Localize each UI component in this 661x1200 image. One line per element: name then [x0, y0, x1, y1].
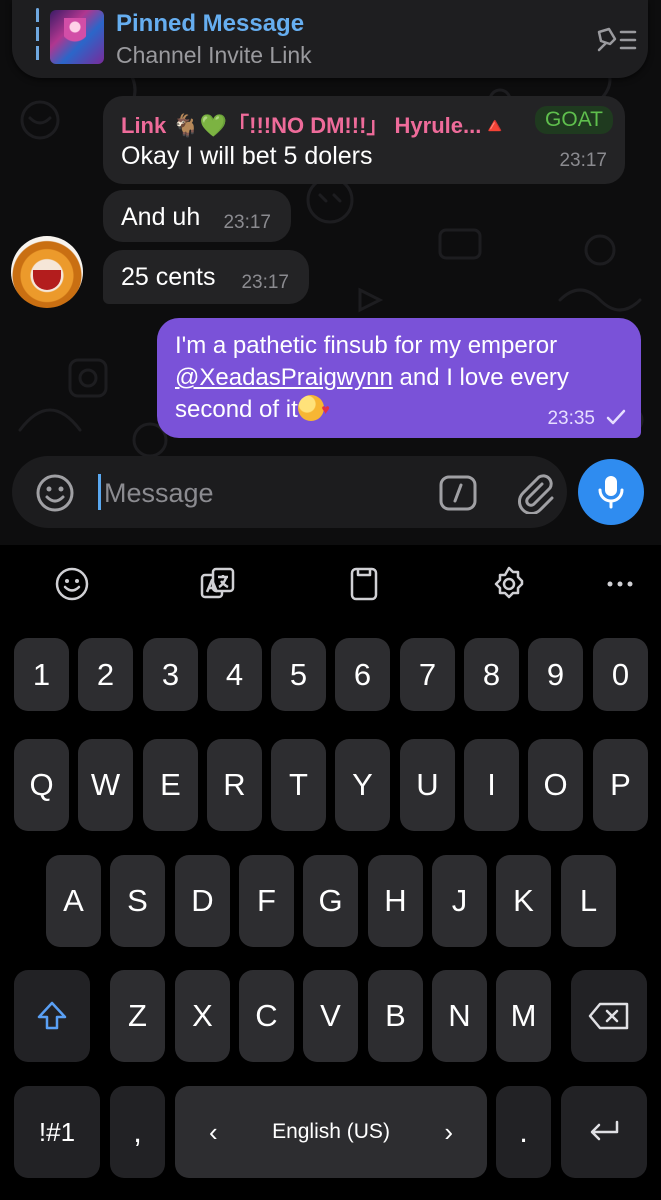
space-key[interactable]: ‹ English (US) ›	[175, 1086, 487, 1178]
space-language-label: English (US)	[272, 1120, 390, 1143]
symbols-key[interactable]: !#1	[14, 1086, 100, 1178]
key-r[interactable]: R	[207, 739, 262, 831]
message-bubble-incoming[interactable]: And uh 23:17	[103, 190, 291, 242]
key-n[interactable]: N	[432, 970, 487, 1062]
clipboard-icon[interactable]	[345, 565, 383, 603]
backspace-icon	[588, 1002, 629, 1030]
key-q[interactable]: Q	[14, 739, 69, 831]
pinned-message-bar[interactable]: Pinned Message Channel Invite Link	[12, 0, 648, 78]
microphone-icon	[598, 476, 624, 509]
message-text: And uh	[121, 203, 201, 231]
pinned-list-icon[interactable]	[595, 26, 639, 54]
pinned-indicator	[36, 8, 39, 64]
message-bubble-outgoing[interactable]: I'm a pathetic finsub for my emperor @Xe…	[157, 318, 641, 438]
key-s[interactable]: S	[110, 855, 165, 947]
message-bubble-incoming[interactable]: 25 cents 23:17	[103, 250, 309, 304]
pinned-title: Pinned Message	[116, 10, 305, 37]
key-g[interactable]: G	[303, 855, 358, 947]
key-i[interactable]: I	[464, 739, 519, 831]
key-w[interactable]: W	[78, 739, 133, 831]
message-time: 23:17	[241, 272, 289, 293]
key-9[interactable]: 9	[528, 638, 583, 711]
key-7[interactable]: 7	[400, 638, 455, 711]
bot-commands-icon[interactable]	[438, 474, 478, 512]
key-m[interactable]: M	[496, 970, 551, 1062]
key-t[interactable]: T	[271, 739, 326, 831]
shift-arrow-icon	[37, 1001, 67, 1030]
message-time: 23:35	[547, 408, 595, 429]
pinned-thumbnail	[50, 10, 104, 64]
enter-key[interactable]	[561, 1086, 647, 1178]
user-mention-link[interactable]: @XeadasPraigwynn	[175, 364, 393, 391]
emoji-icon[interactable]	[34, 472, 76, 514]
shift-key[interactable]	[14, 970, 90, 1062]
key-d[interactable]: D	[175, 855, 230, 947]
key-u[interactable]: U	[400, 739, 455, 831]
key-4[interactable]: 4	[207, 638, 262, 711]
message-bubble-incoming[interactable]: Link 🐐💚「!!!NO DM!!!」 Hyrule...🔺 GOAT Oka…	[103, 96, 625, 184]
key-8[interactable]: 8	[464, 638, 519, 711]
key-p[interactable]: P	[593, 739, 648, 831]
key-3[interactable]: 3	[143, 638, 198, 711]
gear-icon[interactable]	[490, 565, 528, 603]
smiling-face-with-hearts-emoji-icon	[297, 393, 330, 425]
message-text-part: I'm a pathetic finsub for my emperor	[175, 332, 558, 359]
keyboard-toolbar	[0, 545, 661, 623]
cursor-right-icon[interactable]: ›	[444, 1086, 453, 1178]
message-input[interactable]	[102, 472, 426, 514]
sender-name[interactable]: Link 🐐💚「!!!NO DM!!!」 Hyrule...🔺	[121, 108, 509, 140]
chat-area: Pinned Message Channel Invite Link Link …	[0, 0, 661, 545]
key-l[interactable]: L	[561, 855, 616, 947]
key-f[interactable]: F	[239, 855, 294, 947]
key-j[interactable]: J	[432, 855, 487, 947]
emoji-keyboard-icon[interactable]	[53, 565, 91, 603]
pinned-subtitle: Channel Invite Link	[116, 42, 312, 68]
voice-record-button[interactable]	[578, 459, 644, 525]
message-time: 23:17	[559, 150, 607, 171]
backspace-key[interactable]	[571, 970, 647, 1062]
key-k[interactable]: K	[496, 855, 551, 947]
key-b[interactable]: B	[368, 970, 423, 1062]
period-key[interactable]: .	[496, 1086, 551, 1178]
sent-check-icon	[606, 409, 626, 425]
key-2[interactable]: 2	[78, 638, 133, 711]
key-0[interactable]: 0	[593, 638, 648, 711]
enter-arrow-icon	[590, 1120, 619, 1141]
paperclip-icon[interactable]	[514, 472, 556, 514]
key-x[interactable]: X	[175, 970, 230, 1062]
key-1[interactable]: 1	[14, 638, 69, 711]
translate-icon[interactable]	[199, 565, 237, 603]
comma-key[interactable]: ,	[110, 1086, 165, 1178]
key-y[interactable]: Y	[335, 739, 390, 831]
key-h[interactable]: H	[368, 855, 423, 947]
more-options-icon[interactable]	[601, 565, 639, 603]
key-e[interactable]: E	[143, 739, 198, 831]
key-v[interactable]: V	[303, 970, 358, 1062]
message-time: 23:17	[223, 212, 271, 233]
key-a[interactable]: A	[46, 855, 101, 947]
admin-badge: GOAT	[535, 106, 613, 134]
key-5[interactable]: 5	[271, 638, 326, 711]
key-z[interactable]: Z	[110, 970, 165, 1062]
sender-avatar[interactable]	[11, 236, 83, 308]
message-text: Okay I will bet 5 dolers	[121, 142, 373, 170]
cursor-left-icon[interactable]: ‹	[209, 1086, 218, 1178]
message-composer	[12, 456, 567, 528]
key-6[interactable]: 6	[335, 638, 390, 711]
message-text: 25 cents	[121, 263, 216, 291]
key-c[interactable]: C	[239, 970, 294, 1062]
on-screen-keyboard: 1 2 3 4 5 6 7 8 9 0 Q W E R T Y U I O P …	[0, 545, 661, 1200]
key-o[interactable]: O	[528, 739, 583, 831]
text-cursor	[98, 474, 101, 510]
